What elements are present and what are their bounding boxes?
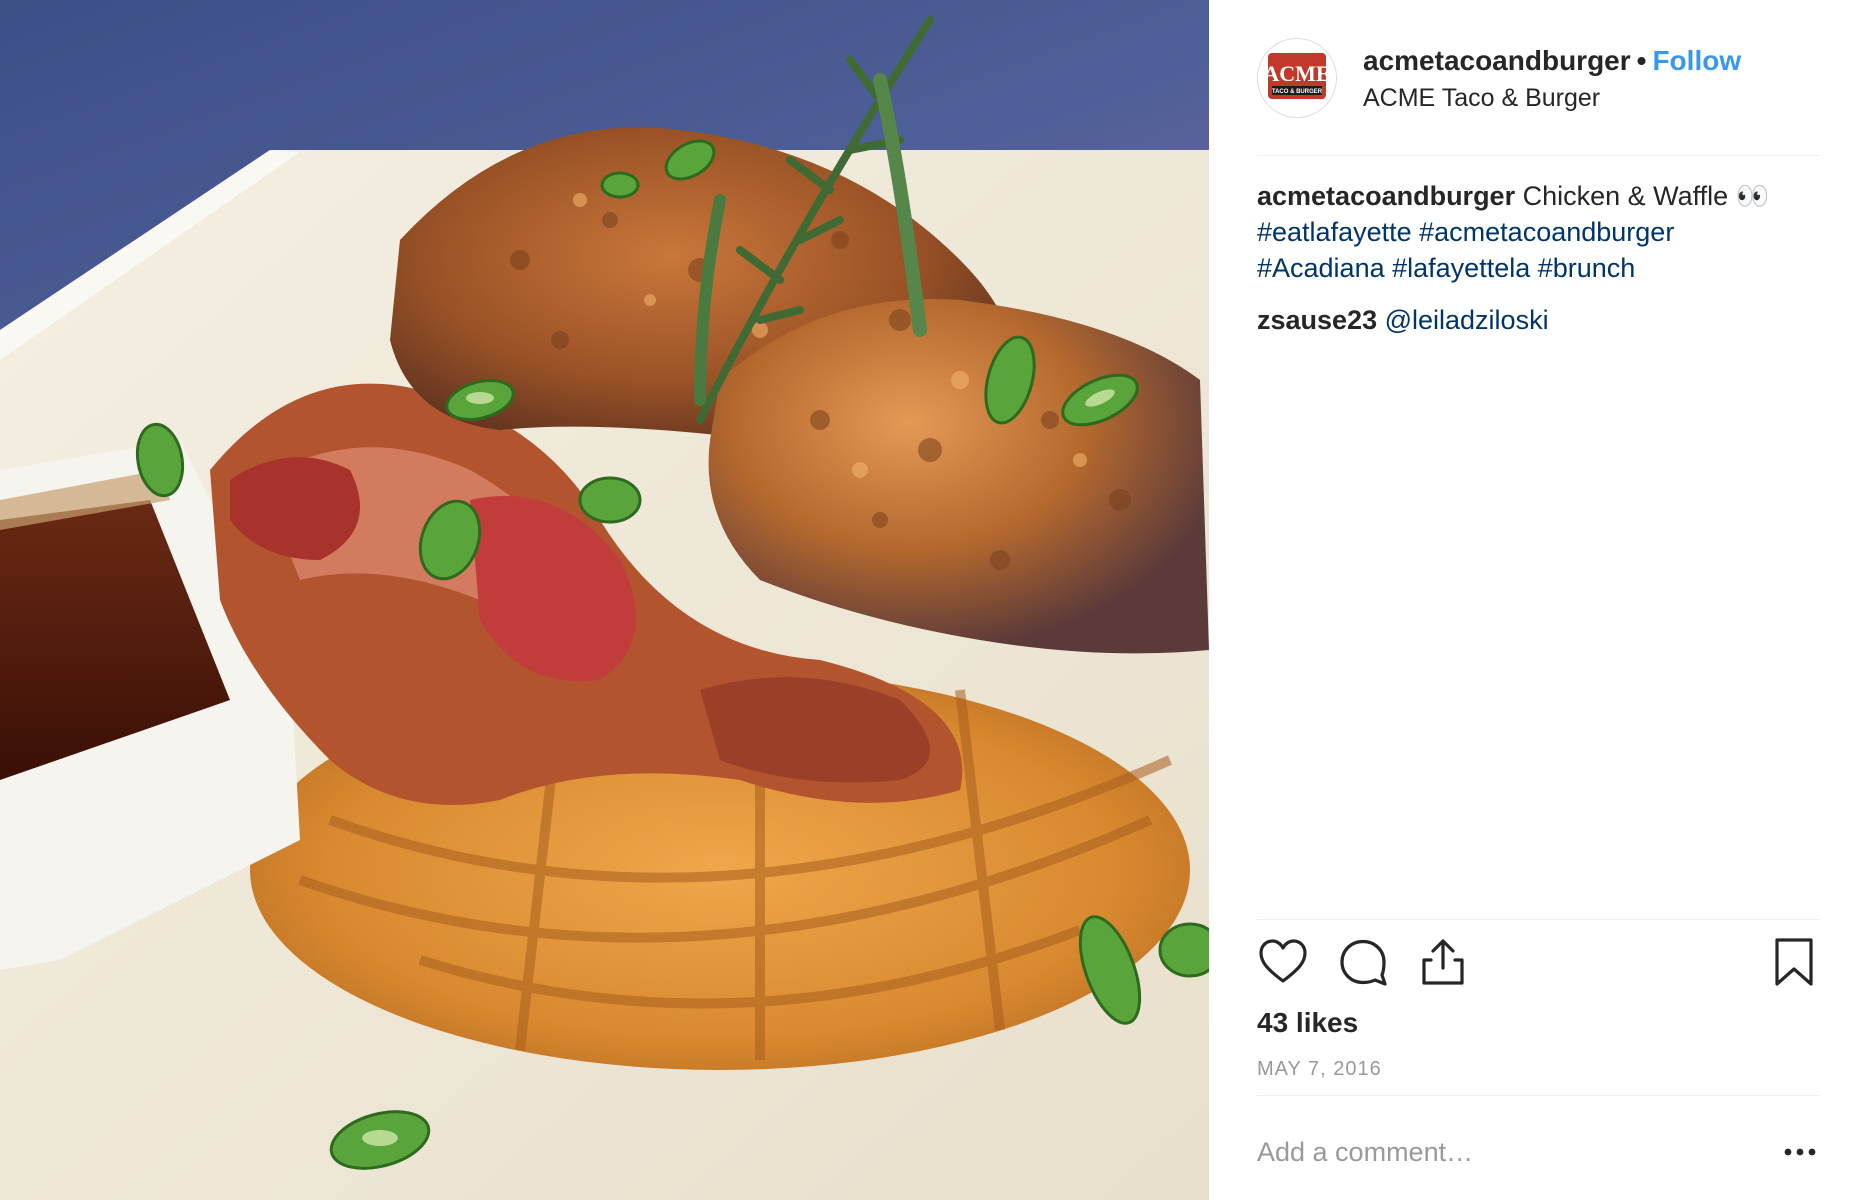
hashtag-link[interactable]: #brunch bbox=[1538, 253, 1636, 283]
hashtag-link[interactable]: #lafayettela bbox=[1392, 253, 1530, 283]
comment-bubble-icon[interactable] bbox=[1337, 936, 1389, 988]
add-comment-input[interactable] bbox=[1257, 1132, 1717, 1172]
svg-text:TACO & BURGER: TACO & BURGER bbox=[1272, 89, 1323, 95]
header-username[interactable]: acmetacoandburger bbox=[1363, 45, 1631, 76]
post-date: MAY 7, 2016 bbox=[1257, 1058, 1382, 1080]
post-caption: acmetacoandburger Chicken & Waffle 👀 #ea… bbox=[1257, 178, 1820, 286]
header-text: acmetacoandburger • Follow ACME Taco & Bur… bbox=[1363, 44, 1741, 115]
caption-text: Chicken & Waffle 👀 bbox=[1522, 181, 1770, 211]
follow-button[interactable]: Follow bbox=[1652, 45, 1741, 76]
actions-divider bbox=[1257, 919, 1820, 920]
header-divider bbox=[1257, 155, 1820, 156]
share-icon[interactable] bbox=[1417, 936, 1469, 988]
add-comment-row bbox=[1257, 1132, 1820, 1172]
post-photo[interactable] bbox=[0, 0, 1209, 1200]
hashtag-link[interactable]: #Acadiana bbox=[1257, 253, 1385, 283]
action-bar bbox=[1257, 936, 1820, 992]
comment-mention[interactable]: @leiladziloski bbox=[1385, 305, 1549, 335]
caption-username[interactable]: acmetacoandburger bbox=[1257, 181, 1515, 211]
comment-username[interactable]: zsause23 bbox=[1257, 305, 1377, 335]
comment-item: zsause23 @leiladziloski bbox=[1257, 302, 1820, 338]
avatar[interactable]: ACME TACO & BURGER bbox=[1257, 38, 1337, 118]
comment-divider bbox=[1257, 1095, 1820, 1096]
location-link[interactable]: ACME Taco & Burger bbox=[1363, 81, 1741, 115]
more-options-icon[interactable] bbox=[1782, 1136, 1818, 1168]
post-sidebar: ACME TACO & BURGER acmetacoandburger • Fol… bbox=[1209, 0, 1868, 1200]
bookmark-icon[interactable] bbox=[1768, 936, 1820, 988]
likes-count[interactable]: 43 likes bbox=[1257, 1006, 1358, 1040]
post-header: ACME TACO & BURGER acmetacoandburger • Fol… bbox=[1257, 38, 1820, 118]
hashtag-link[interactable]: #eatlafayette bbox=[1257, 217, 1412, 247]
header-separator: • bbox=[1636, 45, 1647, 76]
acme-logo-icon: ACME TACO & BURGER bbox=[1258, 39, 1336, 117]
hashtag-link[interactable]: #acmetacoandburger bbox=[1419, 217, 1674, 247]
heart-icon[interactable] bbox=[1257, 936, 1309, 988]
svg-text:ACME: ACME bbox=[1263, 61, 1330, 86]
